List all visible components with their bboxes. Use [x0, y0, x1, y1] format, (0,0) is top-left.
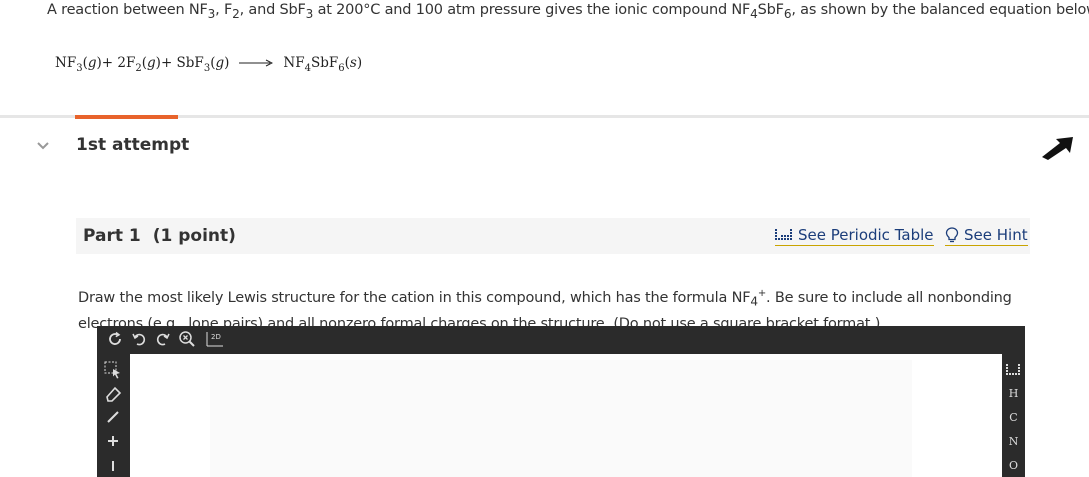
element-button-o[interactable]: O — [1003, 453, 1024, 477]
clear-icon[interactable] — [103, 328, 127, 350]
reactant-f2: + 2F — [101, 55, 136, 71]
subscript: 2 — [232, 6, 240, 21]
mouse-pointer-icon — [1040, 133, 1076, 161]
drawing-canvas[interactable] — [130, 354, 1002, 477]
state: g — [147, 55, 156, 71]
charge-minus-icon[interactable] — [100, 453, 126, 477]
intro-part: SbF — [757, 2, 784, 18]
periodic-table-link[interactable]: See Periodic Table — [775, 226, 934, 246]
hint-label: See Hint — [964, 226, 1028, 244]
subscript: 3 — [203, 63, 211, 74]
periodic-table-icon — [775, 229, 792, 240]
part-title: Part 1 (1 point) — [83, 226, 236, 246]
subscript: 4 — [750, 294, 758, 309]
subscript: 2 — [135, 63, 142, 74]
active-attempt-indicator — [75, 115, 178, 119]
element-toolbar: H C N O — [1002, 354, 1025, 477]
state: g — [215, 55, 225, 71]
eraser-icon[interactable] — [100, 382, 126, 406]
reactant-nf3: NF — [55, 55, 77, 71]
intro-part: , as shown by the balanced equation belo… — [791, 2, 1089, 18]
intro-part: , and SbF — [239, 2, 306, 18]
question-part: Draw the most likely Lewis structure for… — [78, 289, 751, 306]
state: s — [349, 55, 357, 71]
product: NF — [283, 55, 305, 71]
superscript: + — [757, 288, 767, 299]
reactant-sbf3: + SbF — [160, 55, 204, 71]
editor-toolbar: 2D — [97, 326, 1025, 352]
zoom-reset-icon[interactable] — [175, 328, 199, 350]
product: SbF — [310, 55, 339, 71]
subscript: 3 — [76, 63, 83, 74]
balanced-equation: NF 3(g) + 2F 2(g) + SbF 3(g) NF 4 SbF 6(s) — [55, 55, 363, 74]
state: g — [87, 55, 97, 71]
subscript: 4 — [750, 6, 758, 21]
canvas-area[interactable] — [210, 360, 912, 477]
periodic-table-icon[interactable] — [1003, 358, 1024, 382]
structure-editor: 2D H C N O — [97, 326, 1025, 477]
charge-plus-icon[interactable] — [100, 429, 126, 453]
mode-2d-icon[interactable]: 2D — [199, 328, 229, 350]
subscript: 6 — [338, 63, 345, 74]
select-icon[interactable] — [100, 358, 126, 382]
part-label: Part 1 — [83, 226, 141, 246]
left-toolbar — [97, 354, 129, 477]
chevron-down-icon[interactable] — [36, 138, 50, 152]
redo-icon[interactable] — [151, 328, 175, 350]
reaction-arrow-icon — [239, 55, 274, 71]
element-button-h[interactable]: H — [1003, 382, 1024, 406]
part-points: (1 point) — [152, 226, 236, 246]
intro-part: at 200°C and 100 atm pressure gives the … — [313, 2, 751, 18]
lightbulb-icon — [945, 227, 959, 243]
svg-text:2D: 2D — [211, 333, 221, 341]
intro-part: A reaction between NF — [47, 2, 208, 18]
periodic-table-label: See Periodic Table — [798, 226, 934, 244]
undo-icon[interactable] — [127, 328, 151, 350]
attempt-label[interactable]: 1st attempt — [76, 135, 189, 155]
subscript: 4 — [304, 63, 311, 74]
intro-text: A reaction between NF3, F2, and SbF3 at … — [47, 2, 1089, 21]
intro-part: , F — [215, 2, 233, 18]
element-button-c[interactable]: C — [1003, 406, 1024, 430]
element-button-n[interactable]: N — [1003, 429, 1024, 453]
bond-icon[interactable] — [100, 406, 126, 430]
hint-link[interactable]: See Hint — [945, 226, 1028, 246]
